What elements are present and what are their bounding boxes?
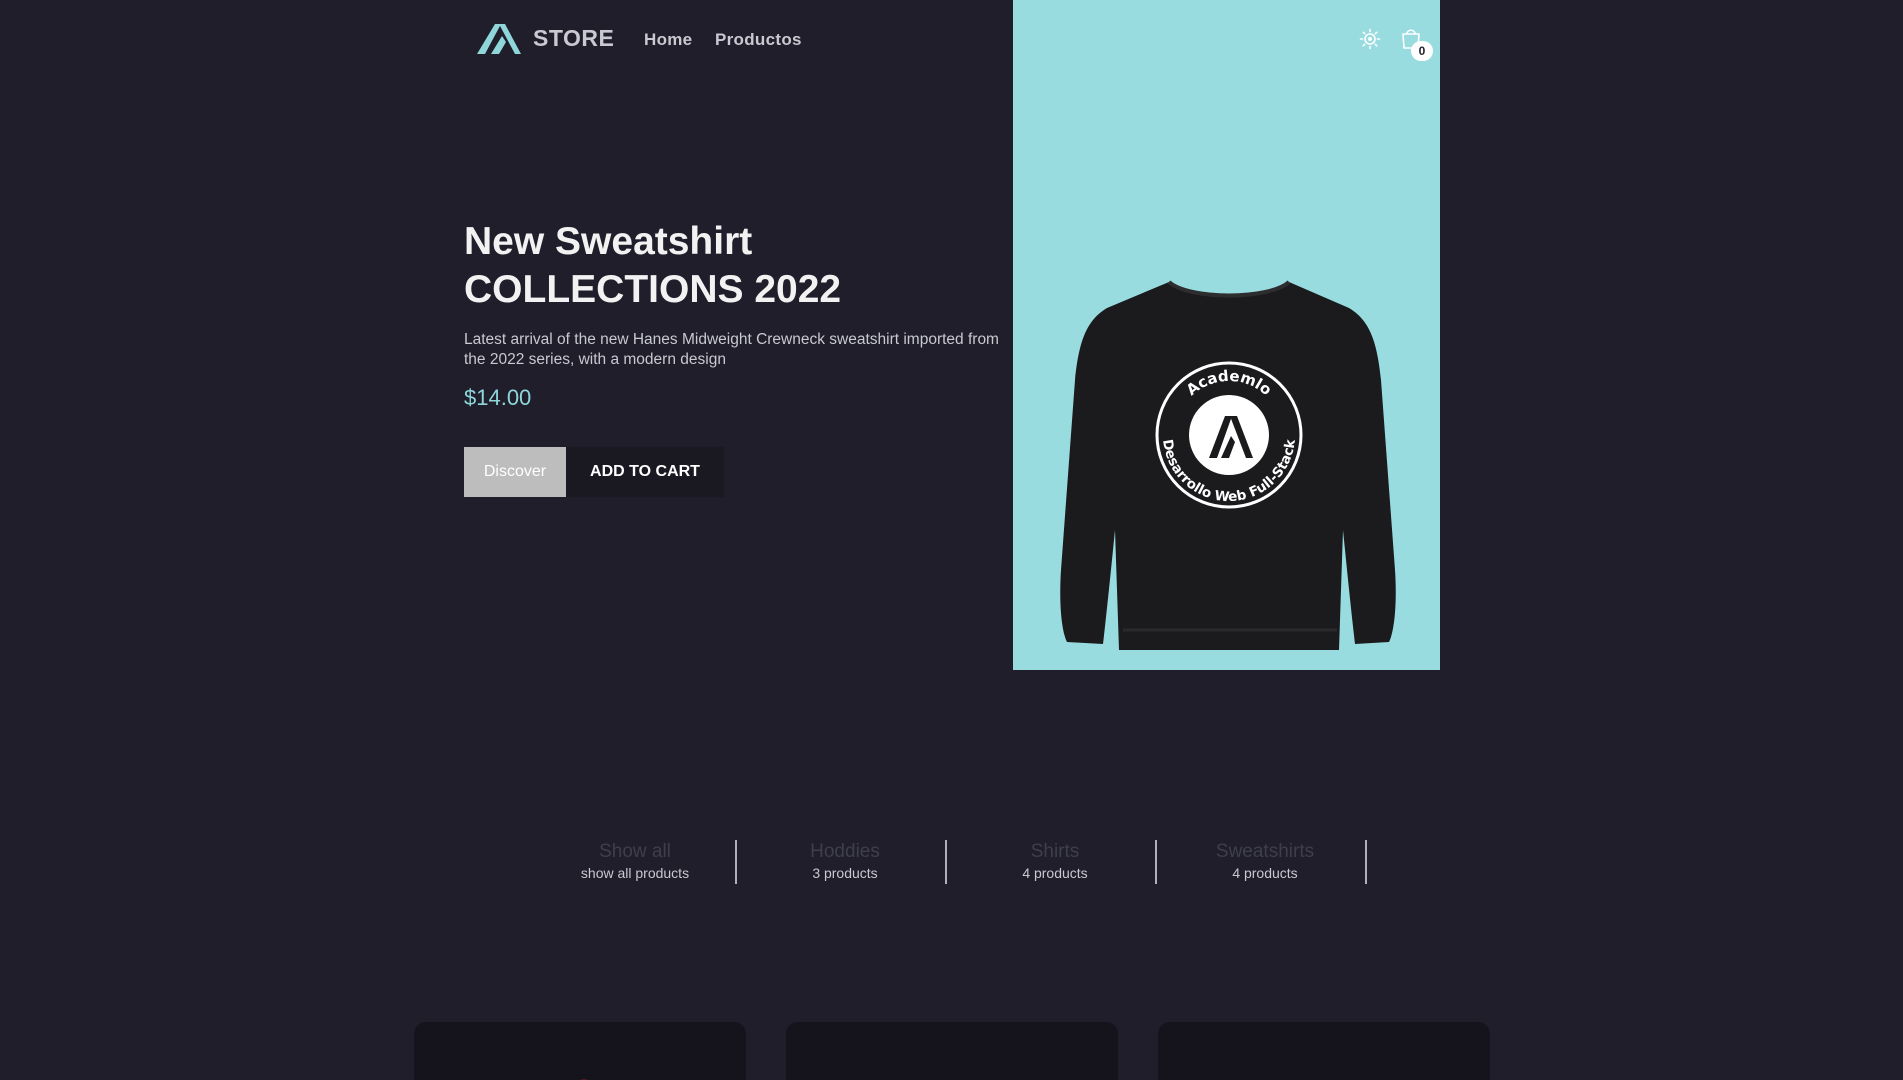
nav-products-link[interactable]: Productos bbox=[715, 30, 802, 50]
category-name: Hoddies bbox=[810, 841, 880, 862]
brand-name[interactable]: STORE bbox=[533, 25, 614, 52]
category-name: Sweatshirts bbox=[1215, 841, 1315, 862]
product-thumbnail bbox=[580, 1079, 588, 1080]
category-divider bbox=[735, 840, 737, 884]
product-card[interactable] bbox=[1158, 1022, 1490, 1080]
category-hoddies[interactable]: Hoddies 3 products bbox=[740, 840, 950, 884]
hero-title-line-2: COLLECTIONS 2022 bbox=[464, 268, 842, 311]
hero-price: $14.00 bbox=[464, 385, 532, 410]
product-card[interactable] bbox=[414, 1022, 746, 1080]
hero-title: New Sweatshirt COLLECTIONS 2022 bbox=[464, 218, 984, 314]
category-name: Shirts bbox=[1030, 841, 1080, 862]
store-page: STORE Home Productos Academlo Desarrollo… bbox=[0, 0, 1903, 1080]
product-card[interactable] bbox=[786, 1022, 1118, 1080]
category-count: 4 products bbox=[1022, 865, 1088, 881]
category-divider bbox=[1155, 840, 1157, 884]
category-name: Show all bbox=[599, 841, 671, 862]
discover-button[interactable]: Discover bbox=[464, 447, 566, 497]
category-divider bbox=[1365, 840, 1367, 884]
hero-title-line-1: New Sweatshirt bbox=[464, 220, 753, 263]
product-thumbnail bbox=[1308, 1070, 1348, 1080]
hero-product-image: Academlo Desarrollo Web Full-Stack bbox=[1013, 0, 1440, 670]
theme-toggle-icon[interactable] bbox=[1359, 28, 1381, 50]
hero-description: Latest arrival of the new Hanes Midweigh… bbox=[464, 331, 999, 368]
cart-count-badge: 0 bbox=[1411, 41, 1433, 61]
category-sweatshirts[interactable]: Sweatshirts 4 products bbox=[1160, 840, 1370, 884]
category-show-all[interactable]: Show all show all products bbox=[530, 840, 740, 884]
add-to-cart-button[interactable]: ADD TO CART bbox=[566, 447, 724, 497]
category-shirts[interactable]: Shirts 4 products bbox=[950, 840, 1160, 884]
sweatshirt-illustration: Academlo Desarrollo Web Full-Stack bbox=[1060, 280, 1396, 650]
logo-icon[interactable] bbox=[475, 20, 523, 56]
category-count: 4 products bbox=[1232, 865, 1298, 881]
nav-home-link[interactable]: Home bbox=[644, 30, 692, 50]
category-count: 3 products bbox=[812, 865, 878, 881]
category-divider bbox=[945, 840, 947, 884]
category-count: show all products bbox=[580, 865, 690, 881]
